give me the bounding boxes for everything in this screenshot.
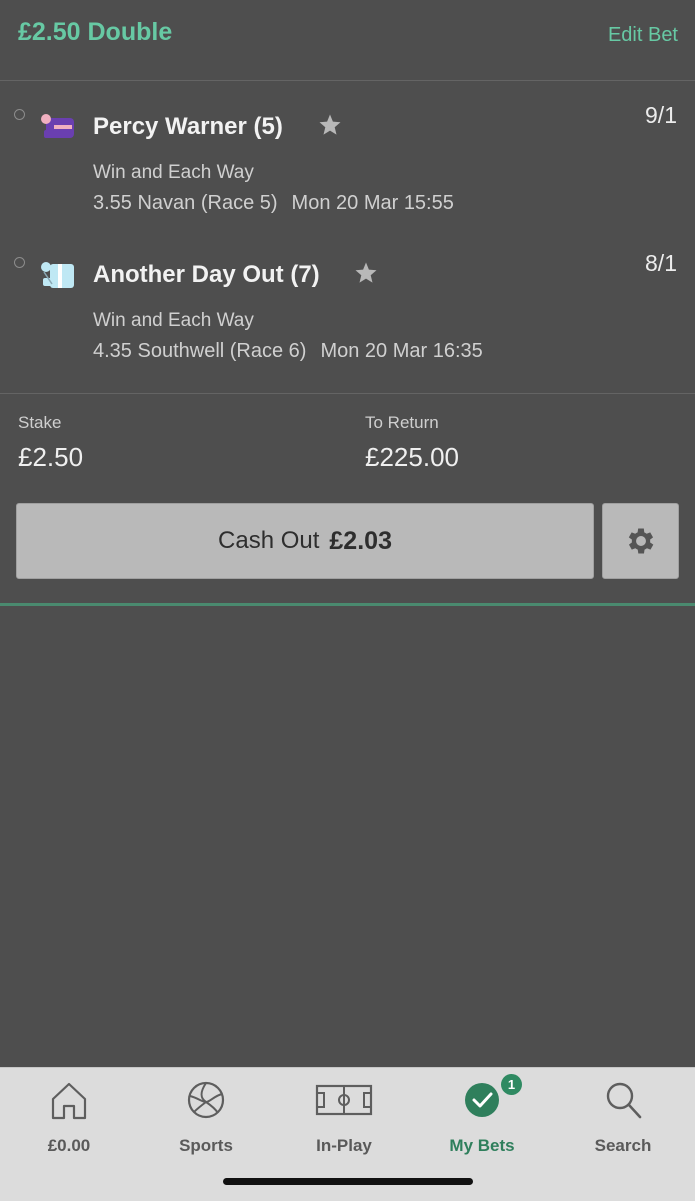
edit-bet-link[interactable]: Edit Bet xyxy=(608,24,678,47)
cash-out-amount: £2.03 xyxy=(329,526,392,555)
selection-item: Another Day Out (7) 8/1 Win and Each Way… xyxy=(0,230,695,378)
stake-label: Stake xyxy=(18,413,62,432)
bet-count-badge: 1 xyxy=(501,1074,522,1095)
jockey-silk-icon xyxy=(41,114,74,138)
to-return-value: £225.00 xyxy=(365,442,459,472)
cash-out-button[interactable]: Cash Out £2.03 xyxy=(16,503,594,579)
favourite-star-icon[interactable] xyxy=(318,113,342,137)
search-icon xyxy=(606,1082,642,1119)
gear-icon xyxy=(628,528,653,554)
football-icon xyxy=(187,1081,225,1119)
to-return-label: To Return xyxy=(365,413,439,432)
runner-name: Another Day Out (7) xyxy=(93,261,320,288)
race-time: Mon 20 Mar 16:35 xyxy=(320,340,483,362)
tab-my-bets[interactable]: 1 My Bets xyxy=(422,1074,542,1160)
selection-odds: 9/1 xyxy=(645,102,677,128)
bet-type: Win and Each Way xyxy=(93,310,254,331)
tab-label: Search xyxy=(594,1136,652,1155)
bet-title: £2.50 Double xyxy=(18,18,173,46)
home-icon xyxy=(51,1082,87,1120)
tab-label: In-Play xyxy=(316,1136,372,1155)
jockey-silk-icon xyxy=(41,262,74,288)
selection-status-indicator xyxy=(14,257,25,268)
race-name: 3.55 Navan (Race 5) xyxy=(93,192,278,214)
tab-label: £0.00 xyxy=(47,1136,91,1155)
section-divider xyxy=(0,393,695,394)
selection-status-indicator xyxy=(14,109,25,120)
cash-out-label: Cash Out xyxy=(218,527,320,554)
selection-odds: 8/1 xyxy=(645,250,677,276)
tab-label: My Bets xyxy=(449,1136,515,1155)
tab-balance[interactable]: £0.00 xyxy=(9,1080,129,1160)
bet-type: Win and Each Way xyxy=(93,162,254,183)
tab-label: Sports xyxy=(179,1136,233,1155)
race-name: 4.35 Southwell (Race 6) xyxy=(93,340,307,362)
check-circle-icon xyxy=(465,1083,499,1117)
bet-header: £2.50 Double Edit Bet xyxy=(0,0,695,81)
tab-in-play[interactable]: In-Play xyxy=(284,1080,404,1160)
favourite-star-icon[interactable] xyxy=(354,261,378,285)
cash-out-settings-button[interactable] xyxy=(602,503,679,579)
runner-name: Percy Warner (5) xyxy=(93,113,283,140)
stake-value: £2.50 xyxy=(18,442,84,472)
race-info: 3.55 Navan (Race 5) Mon 20 Mar 15:55 xyxy=(93,192,454,215)
home-indicator[interactable] xyxy=(223,1178,473,1185)
tab-search[interactable]: Search xyxy=(563,1080,683,1160)
pitch-icon xyxy=(315,1084,373,1116)
selection-item: Percy Warner (5) 9/1 Win and Each Way 3.… xyxy=(0,82,695,230)
bet-card-divider xyxy=(0,603,695,606)
tab-sports[interactable]: Sports xyxy=(146,1080,266,1160)
race-time: Mon 20 Mar 15:55 xyxy=(291,192,454,214)
race-info: 4.35 Southwell (Race 6) Mon 20 Mar 16:35 xyxy=(93,340,483,363)
